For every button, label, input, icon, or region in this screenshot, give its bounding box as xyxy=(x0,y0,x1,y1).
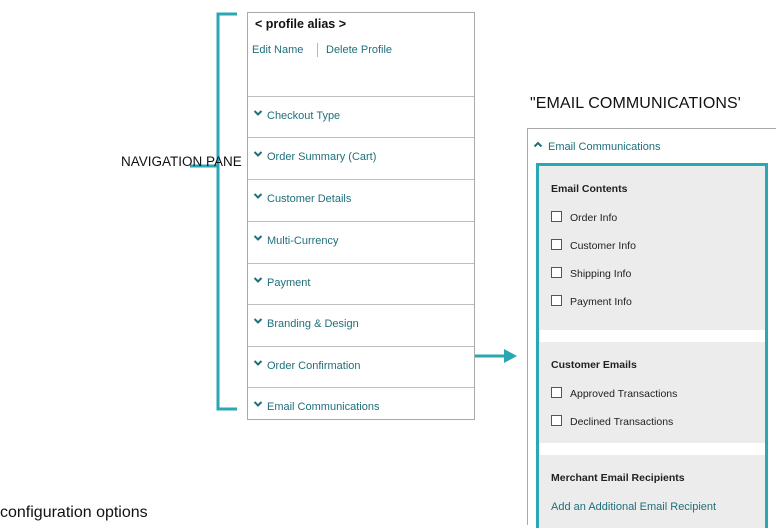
nav-item-payment[interactable]: Payment xyxy=(248,263,474,304)
nav-item-order-confirmation[interactable]: Order Confirmation xyxy=(248,346,474,387)
chevron-down-icon xyxy=(253,360,263,366)
email-contents-section: Email Contents Order Info Customer Info … xyxy=(539,166,765,330)
chevron-down-icon xyxy=(253,277,263,283)
nav-item-label: Customer Details xyxy=(267,193,352,205)
nav-item-order-summary[interactable]: Order Summary (Cart) xyxy=(248,137,474,178)
nav-item-email-communications[interactable]: Email Communications xyxy=(248,387,474,419)
nav-pane-bracket xyxy=(190,12,237,411)
checkbox[interactable] xyxy=(551,239,562,250)
delete-profile-link[interactable]: Delete Profile xyxy=(326,44,392,56)
checkbox[interactable] xyxy=(551,415,562,426)
nav-item-customer-details[interactable]: Customer Details xyxy=(248,179,474,220)
chevron-up-icon xyxy=(533,141,543,148)
merchant-email-recipients-section: Merchant Email Recipients Add an Additio… xyxy=(539,455,765,528)
nav-item-label: Payment xyxy=(267,277,311,289)
option-label: Declined Transactions xyxy=(570,416,674,428)
option-label: Approved Transactions xyxy=(570,388,678,400)
option-label: Order Info xyxy=(570,212,618,224)
email-header-label: Email Communications xyxy=(548,141,661,153)
link-separator xyxy=(317,43,318,57)
email-communications-header[interactable]: Email Communications xyxy=(528,128,776,162)
email-communications-panel: Email Communications Email Contents Orde… xyxy=(527,128,776,528)
option-label: Customer Info xyxy=(570,240,636,252)
option-shipping-info[interactable]: Shipping Info xyxy=(551,267,631,280)
email-communications-title: "EMAIL COMMUNICATIONS' xyxy=(530,95,741,112)
option-order-info[interactable]: Order Info xyxy=(551,211,617,224)
option-label: Shipping Info xyxy=(570,268,632,280)
checkbox[interactable] xyxy=(551,295,562,306)
chevron-down-icon xyxy=(253,151,263,157)
section-title: Customer Emails xyxy=(551,359,637,371)
chevron-down-icon xyxy=(253,401,263,407)
profile-alias: < profile alias > xyxy=(255,17,347,31)
nav-item-label: Multi-Currency xyxy=(267,235,339,247)
customer-emails-section: Customer Emails Approved Transactions De… xyxy=(539,342,765,443)
nav-item-label: Checkout Type xyxy=(267,110,341,122)
navigation-pane-label: NAVIGATION PANE xyxy=(121,154,242,169)
nav-item-label: Order Summary (Cart) xyxy=(267,151,377,163)
nav-item-branding-design[interactable]: Branding & Design xyxy=(248,304,474,345)
email-options-body: Email Contents Order Info Customer Info … xyxy=(536,163,768,528)
option-declined-transactions[interactable]: Declined Transactions xyxy=(551,415,673,428)
nav-item-label: Email Communications xyxy=(267,401,380,413)
navigation-pane: < profile alias > Edit Name Delete Profi… xyxy=(247,12,475,420)
edit-name-link[interactable]: Edit Name xyxy=(252,44,303,56)
checkbox[interactable] xyxy=(551,267,562,278)
bottom-caption: configuration options xyxy=(0,504,148,521)
option-label: Payment Info xyxy=(570,296,632,308)
chevron-down-icon xyxy=(253,235,263,241)
nav-item-label: Order Confirmation xyxy=(267,360,361,372)
nav-item-multi-currency[interactable]: Multi-Currency xyxy=(248,221,474,262)
section-title: Merchant Email Recipients xyxy=(551,472,685,484)
checkbox[interactable] xyxy=(551,387,562,398)
chevron-down-icon xyxy=(253,193,263,199)
option-payment-info[interactable]: Payment Info xyxy=(551,295,632,308)
section-title: Email Contents xyxy=(551,183,628,195)
nav-item-checkout-type[interactable]: Checkout Type xyxy=(248,96,474,137)
nav-item-label: Branding & Design xyxy=(267,318,359,330)
option-approved-transactions[interactable]: Approved Transactions xyxy=(551,387,677,400)
add-email-recipient-link[interactable]: Add an Additional Email Recipient xyxy=(551,501,716,513)
chevron-down-icon xyxy=(253,110,263,116)
checkbox[interactable] xyxy=(551,211,562,222)
option-customer-info[interactable]: Customer Info xyxy=(551,239,636,252)
chevron-down-icon xyxy=(253,318,263,324)
